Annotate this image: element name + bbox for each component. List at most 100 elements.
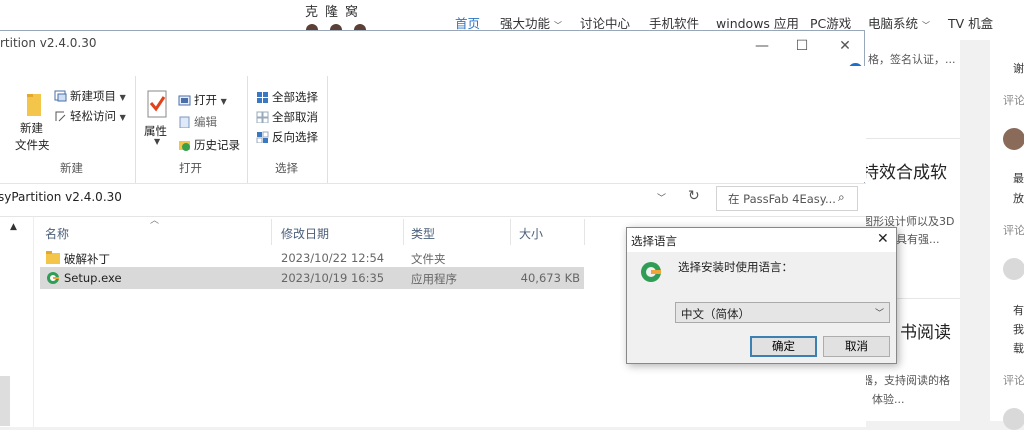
file-name: Setup.exe <box>64 271 122 285</box>
nav-features-label: 强大功能 <box>500 16 551 31</box>
new-item-label: 新建项目 <box>70 89 116 103</box>
close-button[interactable]: ✕ <box>824 33 866 59</box>
window-title: rtition v2.4.0.30 <box>0 36 97 50</box>
dialog-title: 选择语言 <box>631 234 677 248</box>
nav-pc-system-label: 电脑系统 <box>868 16 919 31</box>
installer-logo-icon <box>641 262 661 282</box>
maximize-button[interactable]: ☐ <box>781 33 823 59</box>
history-button[interactable]: 历史记录 <box>178 137 240 153</box>
cancel-button[interactable]: 取消 <box>823 336 890 357</box>
dropdown-arrow-icon: ▼ <box>119 93 126 102</box>
comment-text: 最 <box>1013 172 1024 185</box>
file-type: 应用程序 <box>411 272 457 286</box>
column-header-size[interactable]: 大小 <box>519 225 543 242</box>
ribbon-separator <box>327 76 328 188</box>
file-size: 40,673 KB <box>520 271 580 285</box>
new-item-button[interactable]: 新建项目 ▼ <box>54 88 126 104</box>
nav-pane-scrollbar[interactable] <box>0 376 10 426</box>
avatar[interactable] <box>1003 408 1024 430</box>
folder-icon <box>46 251 60 264</box>
divider <box>855 138 960 139</box>
dropdown-arrow-icon[interactable]: ▼ <box>154 137 160 146</box>
language-dialog: 选择语言 ✕ 选择安装时使用语言： 中文（简体） ﹀ 确定 取消 <box>626 227 897 364</box>
article-heading[interactable]: 书阅读 <box>900 318 951 343</box>
search-input[interactable]: 在 PassFab 4Easy... <box>728 191 836 207</box>
site-logo-text: 克隆窝 <box>305 5 366 20</box>
comment-text: 载 <box>1013 342 1024 355</box>
select-none-icon <box>256 111 269 123</box>
avatar[interactable] <box>1003 258 1024 280</box>
select-none-label: 全部取消 <box>272 110 318 124</box>
easy-access-icon <box>55 111 66 122</box>
dropdown-arrow-icon: ▼ <box>119 113 126 122</box>
open-icon <box>178 95 191 106</box>
edit-button[interactable]: 编辑 <box>178 114 217 130</box>
language-select[interactable]: 中文（简体） ﹀ <box>675 302 890 323</box>
column-divider[interactable] <box>584 219 585 245</box>
search-icon[interactable]: ⌕ <box>838 190 845 205</box>
ribbon-toolbar <box>0 66 866 182</box>
column-divider[interactable] <box>510 219 511 245</box>
ribbon-group-new-label: 新建 <box>60 161 83 175</box>
new-folder-button[interactable] <box>26 91 42 117</box>
edit-icon <box>179 116 190 128</box>
history-icon <box>179 141 190 151</box>
nav-tv-box[interactable]: TV 机盒 <box>948 13 993 32</box>
table-row[interactable]: Setup.exe 2023/10/19 16:35 应用程序 40,673 K… <box>40 267 584 289</box>
chevron-down-icon: ﹀ <box>922 21 930 30</box>
dialog-prompt: 选择安装时使用语言： <box>678 260 793 274</box>
edit-label: 编辑 <box>194 115 217 129</box>
folder-icon <box>27 94 41 116</box>
file-date: 2023/10/22 12:54 <box>281 251 385 265</box>
new-folder-label[interactable]: 新建 <box>20 120 43 136</box>
address-path[interactable]: syPartition v2.4.0.30 <box>0 190 122 204</box>
properties-button[interactable] <box>146 89 168 122</box>
new-folder-label[interactable]: 文件夹 <box>15 137 50 153</box>
comment-text: 我 <box>1013 323 1024 336</box>
article-snippet: 器，支持阅读的格 <box>862 374 950 387</box>
dialog-titlebar: 选择语言 ✕ <box>627 228 896 252</box>
search-box[interactable]: 在 PassFab 4Easy... ⌕ <box>716 186 858 211</box>
open-button[interactable]: 打开 ▼ <box>178 92 227 108</box>
column-header-date[interactable]: 修改日期 <box>281 225 329 242</box>
app-icon <box>47 272 59 284</box>
comment-text: 有 <box>1013 304 1024 317</box>
refresh-icon[interactable]: ↻ <box>688 188 700 204</box>
select-all-label: 全部选择 <box>272 90 318 104</box>
avatar[interactable] <box>1003 128 1024 150</box>
comment-text: 放 <box>1013 192 1024 205</box>
select-all-icon <box>257 92 268 103</box>
article-snippet: 格，签名认证，... <box>868 53 956 66</box>
properties-icon <box>147 90 167 118</box>
address-dropdown-icon[interactable]: ﹀ <box>657 191 666 204</box>
file-date: 2023/10/19 16:35 <box>281 271 385 285</box>
sort-ascending-icon: ︿ <box>150 216 160 226</box>
new-item-icon <box>54 90 67 102</box>
file-type: 文件夹 <box>411 252 446 266</box>
ribbon-group-open-label: 打开 <box>179 161 202 175</box>
article-heading[interactable]: 持效合成软 <box>862 158 947 183</box>
select-none-button[interactable]: 全部取消 <box>256 109 318 125</box>
dialog-close-button[interactable]: ✕ <box>877 231 889 247</box>
language-select-value: 中文（简体） <box>681 307 750 321</box>
select-all-button[interactable]: 全部选择 <box>256 89 318 105</box>
nav-pane-scroll-up-icon[interactable]: ▲ <box>10 222 17 232</box>
easy-access-button[interactable]: 轻松访问 ▼ <box>54 108 126 124</box>
comment-label: 评论 <box>1003 374 1024 387</box>
invert-selection-icon <box>256 131 269 143</box>
comment-label: 评论 <box>1003 94 1024 107</box>
ok-button[interactable]: 确定 <box>750 336 817 357</box>
column-header-type[interactable]: 类型 <box>411 225 435 242</box>
file-name: 破解补丁 <box>64 252 110 266</box>
column-header-name[interactable]: 名称 <box>45 225 69 242</box>
open-label: 打开 <box>194 93 217 107</box>
column-divider[interactable] <box>271 219 272 245</box>
comment-label: 评论 <box>1003 224 1024 237</box>
ribbon-group-select-label: 选择 <box>275 161 298 175</box>
column-divider[interactable] <box>403 219 404 245</box>
table-row[interactable]: 破解补丁 2023/10/22 12:54 文件夹 <box>40 247 584 269</box>
minimize-button[interactable]: — <box>741 33 783 59</box>
invert-selection-button[interactable]: 反向选择 <box>256 129 318 145</box>
ribbon-separator <box>247 76 248 188</box>
nav-pc-system[interactable]: 电脑系统 ﹀ <box>868 13 930 32</box>
